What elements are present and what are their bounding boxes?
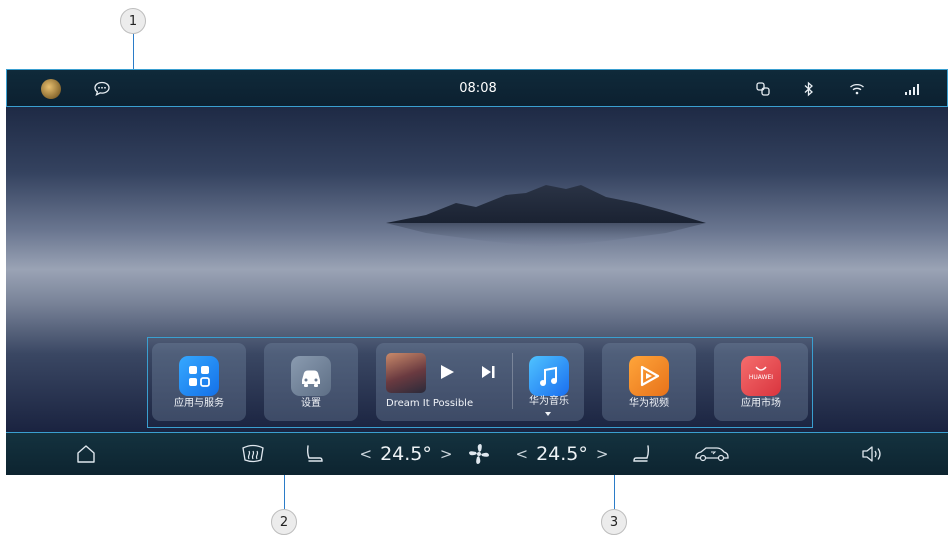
signal-icon [903,80,921,98]
link-icon[interactable] [754,80,772,98]
app-market-icon: HUAWEI [741,356,781,396]
right-temp-control[interactable]: < 24.5° > [514,441,610,467]
right-temp-decrease[interactable]: < [516,445,529,463]
callout-2: 2 [271,509,297,535]
app-market-badge: HUAWEI [748,374,774,381]
huawei-video-label: 华为视频 [629,398,669,409]
left-temp-increase[interactable]: > [440,445,453,463]
status-bar: 08:08 [6,69,948,107]
left-temp-decrease[interactable]: < [360,445,373,463]
car-settings-icon [291,356,331,396]
settings-label: 设置 [301,398,321,409]
song-title: Dream It Possible [386,398,474,409]
apps-services-card[interactable]: 应用与服务 [152,343,246,421]
wifi-icon[interactable] [848,80,866,98]
huawei-video-card[interactable]: 华为视频 [602,343,696,421]
home-icon[interactable] [74,441,98,467]
video-play-icon [629,356,669,396]
volume-icon[interactable] [860,441,886,467]
album-cover [386,353,426,393]
huawei-music-label: 华为音乐 [529,396,569,407]
left-temp-control[interactable]: < 24.5° > [358,441,454,467]
next-track-button[interactable] [480,364,496,384]
music-player-card[interactable]: Dream It Possible 华为音乐 [376,343,584,421]
callout-3: 3 [601,509,627,535]
bottom-dock: < 24.5° > < 24.5° > [6,432,948,475]
callout-1: 1 [120,8,146,34]
car-icon[interactable] [692,441,732,467]
app-market-label: 应用市场 [741,398,781,409]
shortcut-card-bar: 应用与服务 设置 Dream It Possible 华为音乐 华为视频 HUA… [147,337,813,428]
car-screen: 08:08 应用与服务 设置 Dream It Possible 华为音乐 华为… [6,69,948,475]
right-temp-increase[interactable]: > [596,445,609,463]
dropdown-caret-icon[interactable] [545,412,551,416]
play-button[interactable] [438,363,456,385]
apps-services-label: 应用与服务 [174,398,224,409]
rear-defrost-icon[interactable] [239,441,267,467]
right-temp-value: 24.5° [536,443,588,465]
left-seat-icon[interactable] [302,441,326,467]
music-divider [512,353,513,409]
bluetooth-icon[interactable] [800,80,818,98]
huawei-music-app[interactable]: 华为音乐 [514,343,584,421]
app-market-card[interactable]: HUAWEI 应用市场 [714,343,808,421]
settings-card[interactable]: 设置 [264,343,358,421]
right-seat-icon[interactable] [630,441,654,467]
fan-icon[interactable] [466,441,492,467]
apps-grid-icon [179,356,219,396]
music-note-icon [529,356,569,396]
left-temp-value: 24.5° [380,443,432,465]
